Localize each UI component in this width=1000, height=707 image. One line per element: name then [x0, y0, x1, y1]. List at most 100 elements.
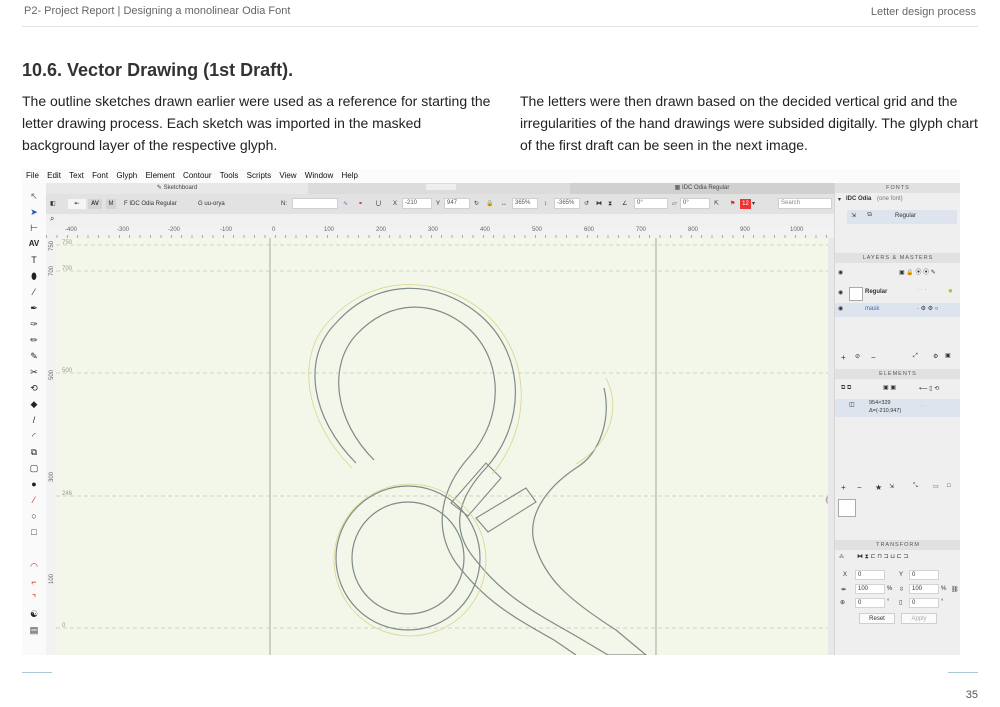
flag-icon[interactable]: ⚑: [730, 199, 735, 209]
glyph-name-field[interactable]: [292, 198, 338, 209]
rotate-ccw-icon[interactable]: ↺: [584, 199, 589, 209]
width-scale-input[interactable]: 365%: [512, 198, 538, 209]
magnet-icon[interactable]: ⋃: [376, 199, 381, 209]
search-icon[interactable]: ⌕: [50, 214, 54, 224]
menu-font[interactable]: Font: [92, 169, 108, 183]
kerning-tool-icon[interactable]: AV: [22, 237, 46, 251]
element-link-icon[interactable]: ⤡: [913, 483, 918, 490]
element-mode-icons[interactable]: ▣ ▣: [883, 384, 896, 391]
fill-icon[interactable]: ◆: [22, 397, 46, 411]
yin-yang-icon[interactable]: ☯: [22, 607, 46, 621]
menu-view[interactable]: View: [279, 169, 296, 183]
ellipse-icon[interactable]: ○: [22, 509, 46, 523]
align-icons[interactable]: ⧓ ⧗ ⊏ ⊓ ⊐ ⊔ ⊏ ⊐: [857, 553, 908, 561]
bezier-pen-icon[interactable]: ✑: [22, 317, 46, 331]
rotate-icon[interactable]: ↻: [474, 199, 479, 209]
flag-count-badge[interactable]: 12: [740, 199, 751, 209]
chevron-down-icon[interactable]: ▾: [752, 199, 755, 209]
pencil-tool-icon[interactable]: ✏: [22, 333, 46, 347]
menu-help[interactable]: Help: [341, 169, 357, 183]
search-input[interactable]: Search: [778, 198, 832, 209]
font-family-name[interactable]: IDC Odia: [846, 196, 871, 202]
origin-grid-icon[interactable]: ⁂: [839, 554, 844, 560]
transform-icon[interactable]: ⧉: [22, 445, 46, 459]
eye-icon[interactable]: ◉: [838, 269, 843, 276]
reset-button[interactable]: Reset: [859, 613, 895, 624]
angle-icon[interactable]: ∠: [622, 199, 627, 209]
metrics-icon[interactable]: M: [106, 199, 116, 209]
menu-glyph[interactable]: Glyph: [116, 169, 137, 183]
metrics-tool-icon[interactable]: ⊢: [22, 221, 46, 235]
transform-element-icon[interactable]: ⇲: [889, 483, 894, 490]
apply-button[interactable]: Apply: [901, 613, 937, 624]
sidebar-toggle-icon[interactable]: ◧: [50, 199, 56, 209]
menu-edit[interactable]: Edit: [47, 169, 61, 183]
menu-element[interactable]: Element: [145, 169, 174, 183]
settings-icon[interactable]: ⚙: [933, 353, 938, 360]
rotation-angle-input[interactable]: 0: [855, 598, 885, 608]
curve-icon[interactable]: ∿: [343, 199, 348, 209]
text-tool-icon[interactable]: T: [22, 253, 46, 267]
eraser-icon[interactable]: ⬮: [22, 269, 46, 283]
calligraphy-icon[interactable]: ✎: [22, 349, 46, 363]
slant-icon[interactable]: ▱: [672, 199, 677, 209]
curve-red-icon[interactable]: ◠: [22, 559, 46, 573]
slant-angle-input[interactable]: 0: [909, 598, 939, 608]
transform-y-input[interactable]: 0: [909, 570, 939, 580]
add-element-icon[interactable]: +: [841, 483, 846, 492]
menu-contour[interactable]: Contour: [183, 169, 211, 183]
menu-text[interactable]: Text: [69, 169, 84, 183]
eyedropper-icon[interactable]: ⁄: [22, 493, 46, 507]
chain-link-icon[interactable]: ⛓: [951, 586, 959, 593]
glyph-canvas[interactable]: 750 700 500 246 0: [56, 238, 834, 655]
layer-color-dot[interactable]: ●: [948, 286, 953, 295]
menu-file[interactable]: File: [26, 169, 39, 183]
add-layer-icon[interactable]: +: [841, 353, 846, 362]
view-toggle-icon[interactable]: ▣: [945, 352, 951, 359]
component-icon[interactable]: ▭: [933, 483, 939, 490]
marker-icon[interactable]: /: [22, 413, 46, 427]
element-action-icons[interactable]: ⟵ ▯ ⟲: [919, 385, 939, 392]
kerning-icon[interactable]: ⇤: [68, 199, 86, 209]
link-icon[interactable]: ⊘: [855, 353, 860, 360]
menu-tools[interactable]: Tools: [220, 169, 239, 183]
pattern-icon[interactable]: ▤: [22, 623, 46, 637]
menu-scripts[interactable]: Scripts: [247, 169, 271, 183]
flip-horizontal-icon[interactable]: ⧓: [596, 199, 602, 209]
scale-x-input[interactable]: 100: [855, 584, 885, 594]
rotation-input[interactable]: 0°: [634, 198, 668, 209]
remove-element-icon[interactable]: −: [857, 483, 862, 492]
corner-red-icon[interactable]: ⌐: [22, 575, 46, 589]
bookmark-icon[interactable]: ⇱: [714, 199, 719, 209]
av-kerning-icon[interactable]: AV: [88, 199, 102, 209]
element-tools-icons[interactable]: ⧉ ⧉: [841, 385, 851, 392]
eye-icon[interactable]: ◉: [838, 289, 843, 296]
x-coordinate-input[interactable]: -210: [402, 198, 432, 209]
star-icon[interactable]: ★: [875, 483, 882, 492]
shape-icon[interactable]: ▢: [22, 461, 46, 475]
element-row[interactable]: ◫ 954×329 Δ=(-210,947) · ·: [835, 399, 960, 417]
hook-red-icon[interactable]: ⌝: [22, 591, 46, 605]
pointer-icon[interactable]: ➤: [22, 205, 46, 219]
rectangle-icon[interactable]: □: [22, 525, 46, 539]
height-scale-input[interactable]: -365%: [554, 198, 580, 209]
flip-vertical-icon[interactable]: ⧗: [608, 199, 612, 209]
lock-icon[interactable]: 🔒: [486, 199, 493, 209]
mask-layer-row[interactable]: ◉ mask · ⚙ ⚙ ○: [835, 303, 960, 317]
transform-x-input[interactable]: 0: [855, 570, 885, 580]
arc-icon[interactable]: ◜: [22, 429, 46, 443]
brush-icon[interactable]: ⁄: [22, 285, 46, 299]
layer-tool-icons[interactable]: ▣ 🔒 ⦿ ⦿ ✎: [899, 267, 936, 276]
blob-icon[interactable]: ●: [22, 477, 46, 491]
scale-y-input[interactable]: 100: [909, 584, 939, 594]
slant-input[interactable]: 0°: [680, 198, 710, 209]
pen-icon[interactable]: ✒: [22, 301, 46, 315]
expand-arrow-icon[interactable]: ▾: [838, 196, 841, 203]
element-preview-thumbnail[interactable]: [838, 499, 856, 517]
y-coordinate-input[interactable]: 947: [444, 198, 470, 209]
expand-icon[interactable]: ⤢: [913, 353, 918, 360]
tab-font-window[interactable]: ▦ IDC Odia Regular: [570, 183, 834, 194]
node-icon[interactable]: ⚭: [358, 199, 363, 209]
menu-window[interactable]: Window: [305, 169, 333, 183]
layer-name-regular[interactable]: Regular: [865, 289, 887, 295]
